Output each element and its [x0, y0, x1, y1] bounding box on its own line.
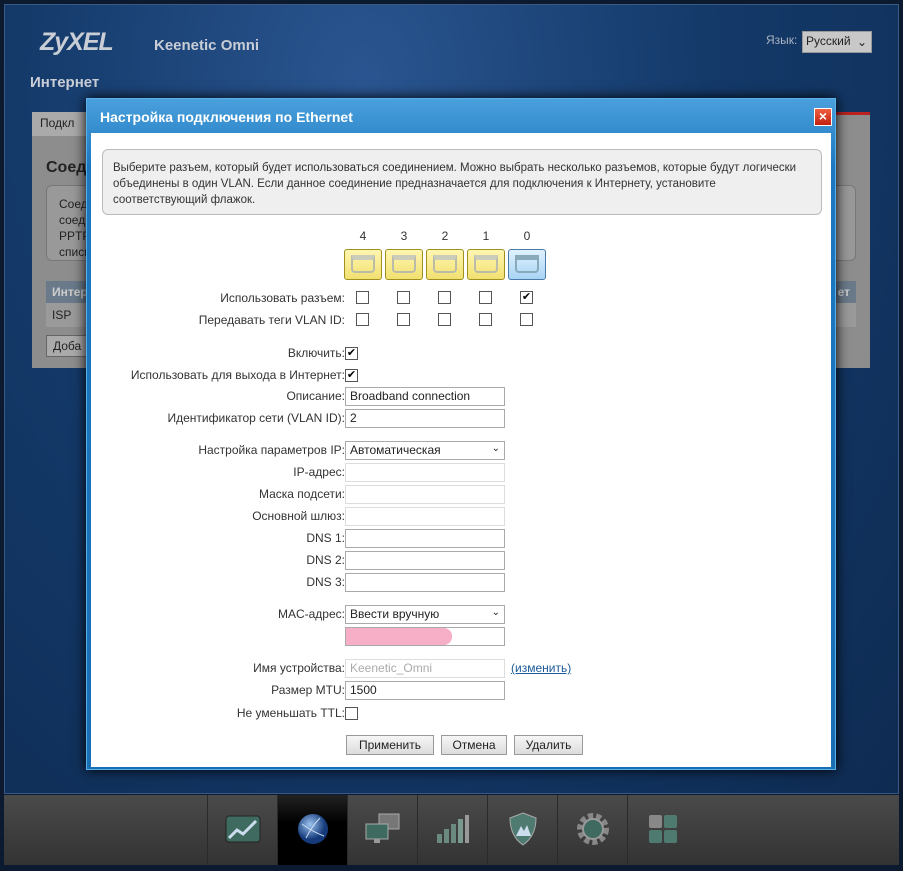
chevron-down-icon: ⌄ [491, 443, 500, 454]
model-name: Keenetic Omni [154, 37, 260, 54]
globe-icon [296, 812, 330, 849]
bottom-dock [4, 795, 899, 865]
ethernet-port-icon [467, 249, 505, 280]
mac-mode-value: Ввести вручную [350, 607, 440, 621]
ttl-label: Не уменьшать TTL: [236, 706, 345, 720]
signal-icon [436, 814, 470, 847]
header-cell: Интер [52, 285, 88, 299]
mtu-input[interactable]: 1500 [345, 681, 505, 700]
delete-button[interactable]: Удалить [514, 735, 583, 755]
close-icon: × [818, 108, 828, 124]
ethernet-port-icon [508, 249, 546, 280]
device-name-input: Keenetic_Omni [345, 659, 505, 678]
ip-settings-value: Автоматическая [350, 443, 441, 457]
dock-tile[interactable] [557, 795, 627, 865]
dns3-label: DNS 3: [306, 575, 345, 589]
mtu-label: Размер MTU: [271, 683, 345, 697]
change-device-name-link[interactable]: (изменить) [511, 661, 571, 675]
cancel-button[interactable]: Отмена [441, 735, 507, 755]
vlan-tags-label: Передавать теги VLAN ID: [198, 313, 345, 327]
vlan-tag-checkbox[interactable] [438, 313, 451, 326]
apply-button[interactable]: Применить [346, 735, 434, 755]
gear-icon [576, 812, 610, 849]
ethernet-port-icon [426, 249, 464, 280]
internet-label: Использовать для выхода в Интернет: [130, 368, 345, 382]
ip-settings-label: Настройка параметров IP: [198, 443, 345, 457]
gateway-label: Основной шлюз: [252, 509, 345, 523]
network-icon [364, 813, 402, 848]
chevron-down-icon: ⌄ [856, 35, 867, 49]
ethernet-port-icon [344, 249, 382, 280]
port-number: 4 [359, 229, 367, 243]
use-port-label: Использовать разъем: [220, 291, 345, 305]
redaction-mark [346, 628, 452, 645]
ip-label: IP-адрес: [293, 465, 345, 479]
chart-icon [225, 815, 261, 846]
header-cell: ет [837, 285, 850, 299]
close-button[interactable]: × [814, 108, 832, 126]
dock-tile[interactable] [347, 795, 417, 865]
language-value: Русский [806, 34, 851, 48]
description-label: Описание: [286, 389, 345, 403]
dock-tile[interactable] [487, 795, 557, 865]
ip-input[interactable] [345, 463, 505, 482]
enable-checkbox[interactable]: ✔ [345, 347, 358, 360]
mac-label: MAC-адрес: [277, 607, 345, 621]
tab-connections[interactable]: Подкл [32, 112, 92, 136]
chevron-down-icon: ⌄ [491, 607, 500, 618]
language-label: Язык: [766, 33, 798, 47]
apps-icon [648, 814, 678, 847]
dns2-input[interactable] [345, 551, 505, 570]
gateway-input[interactable] [345, 507, 505, 526]
use-port-checkbox[interactable] [356, 291, 369, 304]
dock-tile[interactable] [277, 795, 347, 865]
vlan-id-label: Идентификатор сети (VLAN ID): [167, 411, 346, 425]
vlan-tag-checkbox[interactable] [356, 313, 369, 326]
dock-tile[interactable] [207, 795, 277, 865]
use-port-checkbox[interactable] [397, 291, 410, 304]
shield-icon [508, 811, 538, 849]
mask-input[interactable] [345, 485, 505, 504]
use-port-checkbox[interactable] [438, 291, 451, 304]
dns1-label: DNS 1: [306, 531, 345, 545]
vlan-tag-checkbox[interactable] [397, 313, 410, 326]
port-number: 3 [400, 229, 408, 243]
page-title: Интернет [30, 74, 100, 91]
port-number: 0 [523, 229, 531, 243]
use-port-checkbox[interactable] [479, 291, 492, 304]
internet-checkbox[interactable]: ✔ [345, 369, 358, 382]
vlan-tag-checkbox[interactable] [520, 313, 533, 326]
vlan-tag-checkbox[interactable] [479, 313, 492, 326]
mask-label: Маска подсети: [258, 487, 345, 501]
dock-tile[interactable] [627, 795, 697, 865]
mac-input[interactable] [345, 627, 505, 646]
ip-settings-select[interactable]: Автоматическая ⌄ [345, 441, 505, 460]
use-port-checkbox[interactable]: ✔ [520, 291, 533, 304]
port-number: 2 [441, 229, 449, 243]
ethernet-dialog: Настройка подключения по Ethernet × Выбе… [86, 98, 836, 770]
port-number: 1 [482, 229, 490, 243]
vlan-id-input[interactable]: 2 [345, 409, 505, 428]
dialog-info: Выберите разъем, который будет использов… [102, 149, 822, 215]
dock-tile[interactable] [417, 795, 487, 865]
ethernet-port-icon [385, 249, 423, 280]
dialog-content: Выберите разъем, который будет использов… [91, 133, 831, 767]
dns2-label: DNS 2: [306, 553, 345, 567]
enable-label: Включить: [287, 346, 345, 360]
mac-mode-select[interactable]: Ввести вручную ⌄ [345, 605, 505, 624]
device-name-label: Имя устройства: [253, 661, 345, 675]
dns1-input[interactable] [345, 529, 505, 548]
section-heading: Соед [46, 159, 87, 176]
dialog-title: Настройка подключения по Ethernet [100, 109, 353, 125]
zyxel-logo: ZyXEL [40, 28, 114, 56]
ttl-checkbox[interactable] [345, 707, 358, 720]
language-select[interactable]: Русский ⌄ [802, 31, 872, 53]
description-input[interactable]: Broadband connection [345, 387, 505, 406]
dns3-input[interactable] [345, 573, 505, 592]
